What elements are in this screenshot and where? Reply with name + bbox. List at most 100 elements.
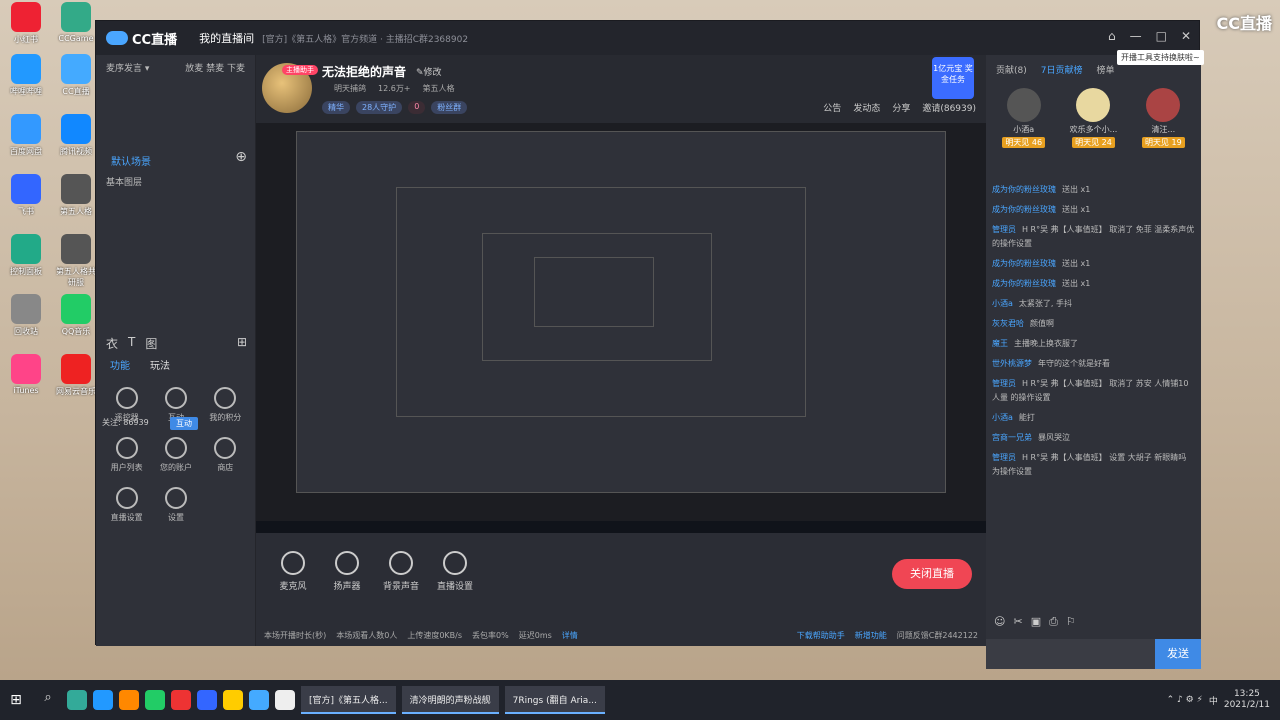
chat-list[interactable]: 成为你的粉丝玫瑰 送出 x1 成为你的粉丝玫瑰 送出 x1 管理员 H R°吴 弗【人事值… bbox=[986, 179, 1201, 599]
start-icon[interactable]: ⊞ bbox=[0, 692, 32, 708]
live-settings-button[interactable]: 直播设置 bbox=[430, 551, 480, 592]
pinned-app-icon[interactable] bbox=[197, 690, 217, 710]
download-helper-link[interactable]: 下载帮助助手 bbox=[797, 630, 845, 641]
desktop-icon[interactable]: 网易云音乐 bbox=[54, 354, 98, 397]
desktop-icon[interactable]: 第五人格 bbox=[54, 174, 98, 217]
rank-item[interactable]: 小酒a 明天见 46 bbox=[1002, 88, 1046, 148]
task-music[interactable]: 7Rings (翻自 Aria... bbox=[504, 686, 605, 714]
pinned-app-icon[interactable] bbox=[249, 690, 269, 710]
invite-button[interactable]: 邀请(86939) bbox=[922, 101, 976, 114]
desktop-icon[interactable]: CC直播 bbox=[54, 54, 98, 97]
desktop-icon[interactable]: QQ音乐 bbox=[54, 294, 98, 337]
search-icon[interactable]: ⌕ bbox=[35, 690, 61, 710]
speaker-button[interactable]: 扬声器 bbox=[322, 551, 372, 592]
desktop-icon[interactable]: 回收站 bbox=[4, 294, 48, 337]
chat-user[interactable]: 成为你的粉丝玫瑰 bbox=[992, 205, 1056, 214]
clock[interactable]: 13:25 2021/2/11 bbox=[1224, 689, 1270, 711]
chat-input[interactable]: 发送 bbox=[986, 639, 1201, 669]
chat-user[interactable]: 宫商一兄弟 bbox=[992, 433, 1032, 442]
chip-essence[interactable]: 精华 bbox=[322, 101, 350, 114]
desktop-icon[interactable]: 小红书 bbox=[4, 2, 48, 45]
tab-play[interactable]: 玩法 bbox=[150, 357, 170, 372]
pinned-app-icon[interactable] bbox=[171, 690, 191, 710]
add-layer-icon[interactable]: ⊞ bbox=[237, 335, 247, 349]
promo-banner[interactable]: 1亿元宝 奖金任务 bbox=[932, 57, 974, 99]
image-icon[interactable]: ▣ bbox=[1031, 615, 1041, 629]
tab-7day-rank[interactable]: 7日贡献榜 bbox=[1041, 63, 1083, 76]
mic-order-dropdown[interactable]: 麦序发言 ▾ bbox=[106, 61, 149, 74]
tab-my-live-room[interactable]: 我的直播间 bbox=[199, 30, 254, 46]
close-icon[interactable]: ✕ bbox=[1181, 29, 1191, 43]
pinned-app-icon[interactable] bbox=[119, 690, 139, 710]
image-icon[interactable]: 图 bbox=[145, 335, 157, 352]
flag-icon[interactable]: ⚐ bbox=[1066, 615, 1076, 629]
pinned-app-icon[interactable] bbox=[93, 690, 113, 710]
announcement-button[interactable]: 公告 bbox=[823, 101, 841, 114]
chat-user[interactable]: 管理员 bbox=[992, 225, 1016, 234]
chat-user[interactable]: 小酒a bbox=[992, 413, 1013, 422]
chip-count[interactable]: 0 bbox=[408, 101, 426, 114]
details-link[interactable]: 详情 bbox=[562, 630, 578, 641]
function-item[interactable]: 设置 bbox=[151, 487, 200, 523]
chat-user[interactable]: 管理员 bbox=[992, 379, 1016, 388]
tab-functions[interactable]: 功能 bbox=[110, 357, 130, 372]
function-item[interactable]: 我的积分 bbox=[201, 387, 250, 423]
edit-title-button[interactable]: ✎修改 bbox=[416, 65, 442, 78]
feedback-link[interactable]: 问题反馈C群2442122 bbox=[897, 630, 986, 641]
desktop-icon[interactable]: 哔哩哔哩 bbox=[4, 54, 48, 97]
chat-user[interactable]: 世外桃源梦 bbox=[992, 359, 1032, 368]
chat-user[interactable]: 灰灰君哈 bbox=[992, 319, 1024, 328]
send-button[interactable]: 发送 bbox=[1155, 639, 1201, 669]
pinned-app-icon[interactable] bbox=[223, 690, 243, 710]
microphone-button[interactable]: 麦克风 bbox=[268, 551, 318, 592]
chat-user[interactable]: 成为你的粉丝玫瑰 bbox=[992, 259, 1056, 268]
clothes-icon[interactable]: 衣 bbox=[106, 335, 118, 352]
post-dynamic-button[interactable]: 发动态 bbox=[853, 101, 880, 114]
new-features-link[interactable]: 新增功能 bbox=[855, 630, 887, 641]
chat-user[interactable]: 管理员 bbox=[992, 453, 1016, 462]
pinned-app-icon[interactable] bbox=[67, 690, 87, 710]
desktop-icon[interactable]: 百度网盘 bbox=[4, 114, 48, 157]
text-icon[interactable]: T bbox=[128, 335, 135, 352]
desktop-icon[interactable]: iTunes bbox=[4, 354, 48, 395]
tab-contribution[interactable]: 贡献(8) bbox=[996, 63, 1027, 76]
ime-indicator[interactable]: 中 bbox=[1209, 694, 1218, 707]
minimize-icon[interactable]: — bbox=[1130, 29, 1142, 43]
print-icon[interactable]: ⎙ bbox=[1049, 615, 1058, 629]
function-item[interactable]: 商店 bbox=[201, 437, 250, 473]
desktop-icon[interactable]: 控制面板 bbox=[4, 234, 48, 277]
chat-user[interactable]: 小酒a bbox=[992, 299, 1013, 308]
scene-title[interactable]: 默认场景 bbox=[111, 153, 151, 168]
desktop-icon[interactable]: 腾讯视频 bbox=[54, 114, 98, 157]
desktop-icon[interactable]: CCGame bbox=[54, 2, 98, 43]
skin-icon[interactable]: ⌂ bbox=[1108, 29, 1116, 43]
task-chat[interactable]: 清冷明朗的声粉战舰 bbox=[401, 686, 499, 714]
background-sound-button[interactable]: 背景声音 bbox=[376, 551, 426, 592]
emoji-icon[interactable]: ☺ bbox=[994, 615, 1005, 629]
interaction-badge[interactable]: 互动 bbox=[170, 417, 198, 430]
share-button[interactable]: 分享 bbox=[892, 101, 910, 114]
function-item[interactable]: 直播设置 bbox=[102, 487, 151, 523]
rank-item[interactable]: 清汪... 明天见 19 bbox=[1141, 88, 1185, 148]
chat-user[interactable]: 成为你的粉丝玫瑰 bbox=[992, 185, 1056, 194]
stop-live-button[interactable]: 关闭直播 bbox=[892, 559, 972, 589]
pinned-app-icon[interactable] bbox=[145, 690, 165, 710]
tab-rank[interactable]: 榜单 bbox=[1096, 63, 1114, 76]
scene-layer-item[interactable]: 基本图层 bbox=[106, 175, 142, 188]
desktop-icon[interactable]: 飞书 bbox=[4, 174, 48, 217]
chip-fan-group[interactable]: 粉丝群 bbox=[431, 101, 468, 114]
scissors-icon[interactable]: ✂ bbox=[1013, 615, 1022, 629]
tray-icons[interactable]: ⌃ ♪ ⚙ ⚡ bbox=[1167, 695, 1203, 705]
add-scene-icon[interactable]: ⊕ bbox=[235, 149, 247, 165]
rank-item[interactable]: 欢乐多个小... 明天见 24 bbox=[1070, 88, 1117, 148]
chat-user[interactable]: 魔王 bbox=[992, 339, 1008, 348]
function-item[interactable]: 您的账户 bbox=[151, 437, 200, 473]
function-item[interactable]: 用户列表 bbox=[102, 437, 151, 473]
maximize-icon[interactable]: □ bbox=[1156, 29, 1167, 43]
pinned-app-icon[interactable] bbox=[275, 690, 295, 710]
mic-actions[interactable]: 放麦 禁麦 下麦 bbox=[185, 61, 245, 74]
task-cc-live[interactable]: [官方]《第五人格... bbox=[301, 686, 396, 714]
chat-user[interactable]: 成为你的粉丝玫瑰 bbox=[992, 279, 1056, 288]
desktop-icon[interactable]: 第五人格共研服 bbox=[54, 234, 98, 288]
chip-guard[interactable]: 28人守护 bbox=[356, 101, 403, 114]
